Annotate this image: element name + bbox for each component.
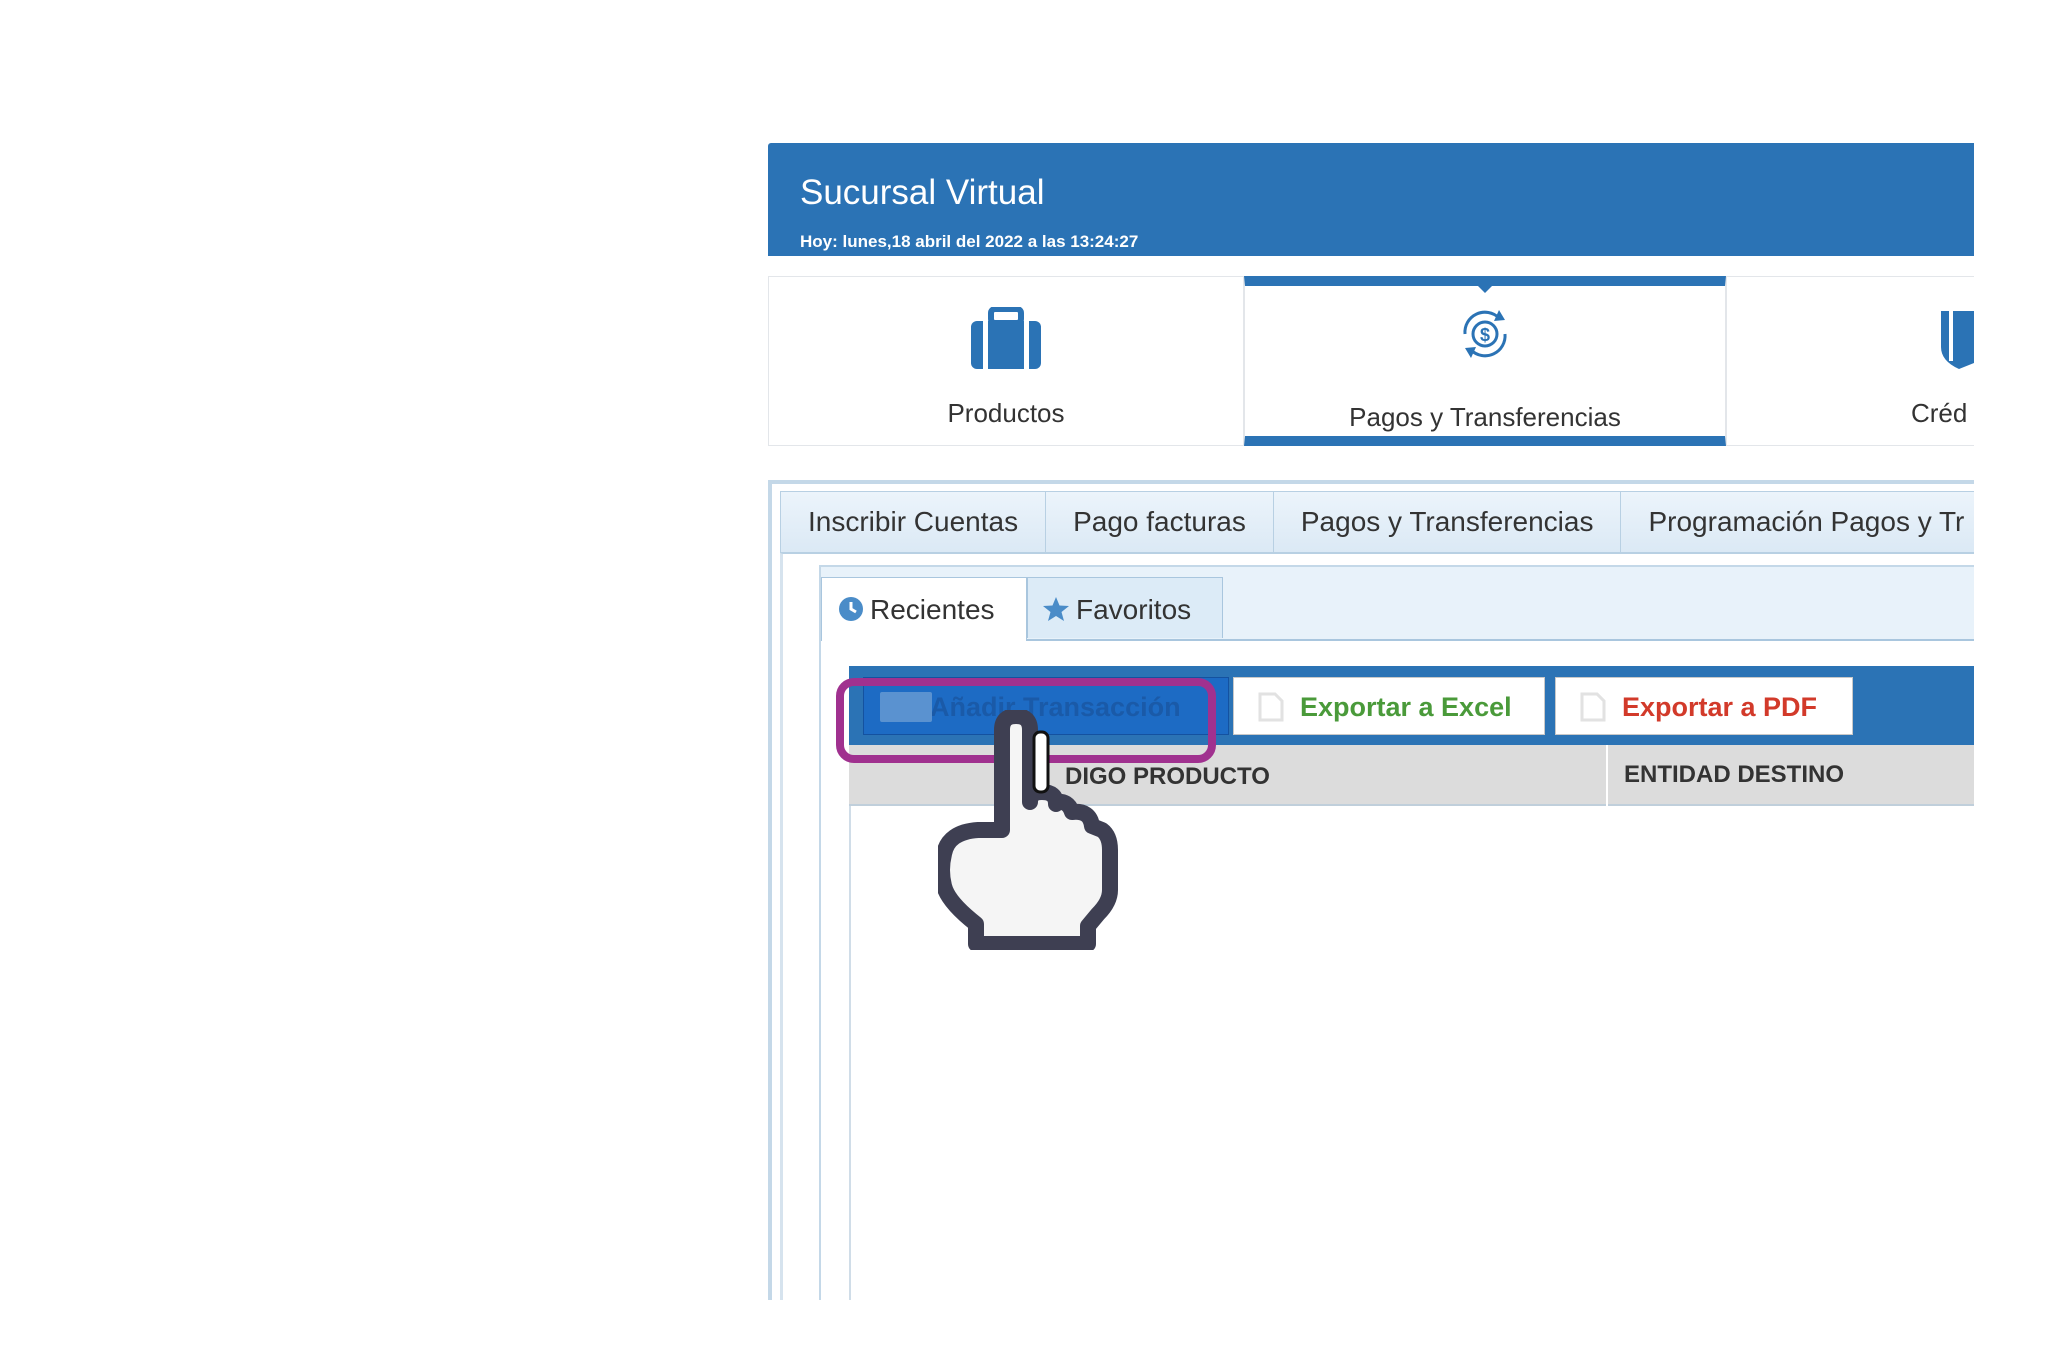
nav-item-creditos[interactable]: Créd: [1726, 276, 1974, 446]
export-pdf-label: Exportar a PDF: [1622, 692, 1818, 722]
clock-icon: [838, 596, 864, 629]
export-excel-button[interactable]: Exportar a Excel: [1233, 677, 1545, 735]
tab-favoritos-label: Favoritos: [1076, 594, 1192, 625]
tab-favoritos[interactable]: Favoritos: [1027, 577, 1223, 638]
app-header: Sucursal Virtual Hoy: lunes,18 abril del…: [768, 143, 1974, 256]
current-date: Hoy: lunes,18 abril del 2022 a las 13:24…: [800, 232, 1139, 251]
export-excel-label: Exportar a Excel: [1300, 692, 1512, 722]
nav-label-pagos-transferencias: Pagos y Transferencias: [1349, 402, 1621, 432]
tab-recientes-label: Recientes: [870, 594, 995, 625]
subtabs: Inscribir Cuentas Pago facturas Pagos y …: [780, 491, 1974, 553]
briefcase-icon: [769, 307, 1243, 371]
pdf-document-icon: [1580, 692, 1606, 729]
shield-icon: [1727, 307, 1974, 371]
svg-text:$: $: [1480, 325, 1490, 345]
star-icon: [1042, 596, 1070, 629]
export-pdf-button[interactable]: Exportar a PDF: [1555, 677, 1853, 735]
nav-item-pagos-transferencias[interactable]: $ Pagos y Transferencias: [1244, 276, 1726, 446]
main-nav: Productos $ Pagos y Transferencias Créd: [768, 276, 1974, 448]
app-title: Sucursal Virtual: [800, 173, 1045, 212]
inner-tabbar: Recientes Favoritos: [821, 567, 1974, 641]
document-icon: [1258, 692, 1284, 729]
tab-pagos-transferencias[interactable]: Pagos y Transferencias: [1272, 491, 1622, 553]
column-header-entidad-destino[interactable]: ENTIDAD DESTINO: [1624, 761, 1844, 789]
nav-item-productos[interactable]: Productos: [768, 276, 1244, 446]
nav-label-creditos: Créd: [1911, 398, 1968, 428]
tab-inscribir-cuentas[interactable]: Inscribir Cuentas: [780, 491, 1047, 553]
column-divider: [1606, 745, 1608, 806]
tab-pago-facturas[interactable]: Pago facturas: [1045, 491, 1274, 553]
hand-pointer-icon: [938, 710, 1118, 950]
tab-programacion-pagos[interactable]: Programación Pagos y Tr: [1620, 491, 1974, 553]
nav-label-productos: Productos: [947, 398, 1065, 428]
dollar-exchange-icon: $: [1245, 304, 1725, 364]
tab-recientes[interactable]: Recientes: [821, 577, 1027, 641]
